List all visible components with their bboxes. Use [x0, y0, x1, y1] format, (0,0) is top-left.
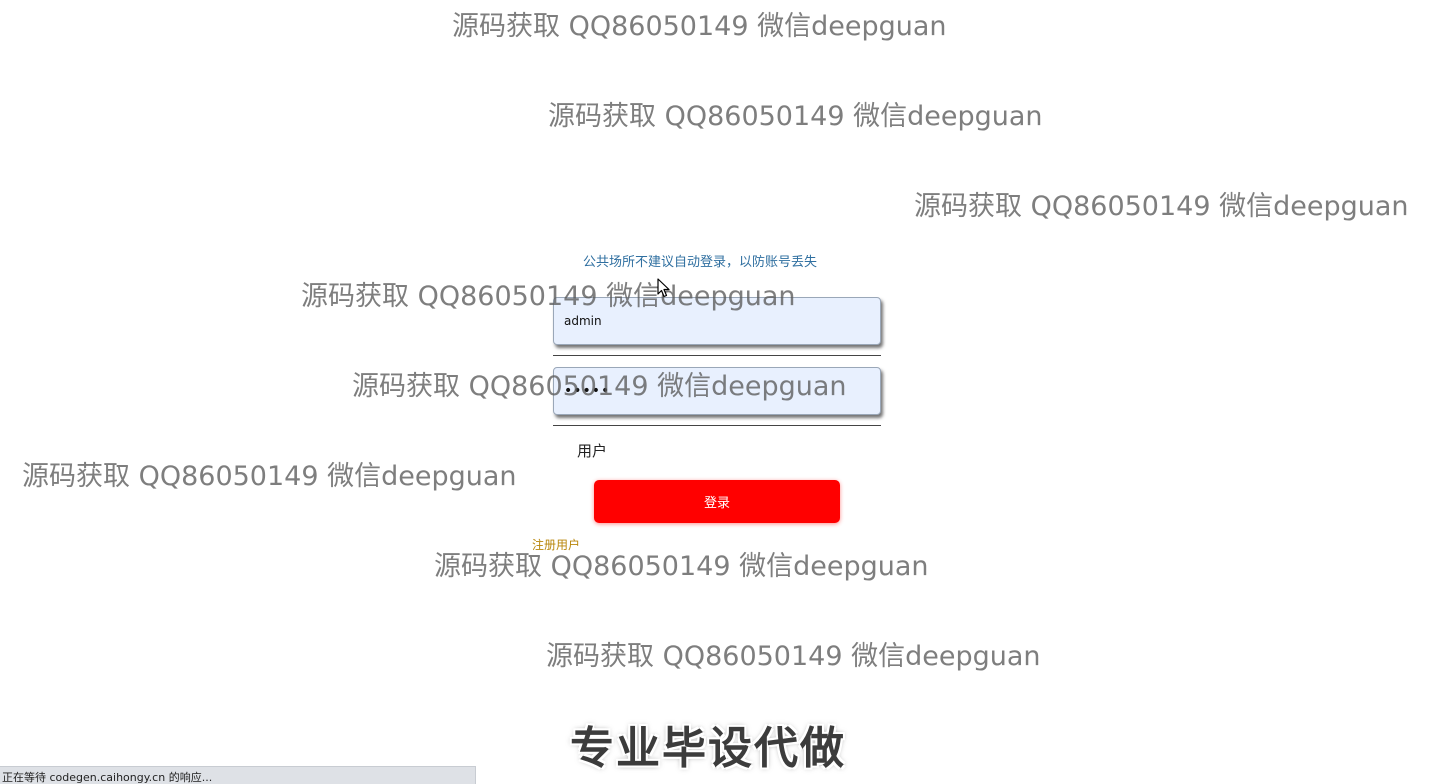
watermark-text: 源码获取 QQ86050149 微信deepguan	[546, 641, 1041, 672]
watermark-text: 源码获取 QQ86050149 微信deepguan	[434, 551, 929, 582]
role-option-user[interactable]: 用户	[577, 440, 607, 461]
promo-banner: 专业毕设代做	[570, 723, 846, 774]
watermark-text: 源码获取 QQ86050149 微信deepguan	[452, 11, 947, 42]
arrow-cursor-icon	[657, 278, 670, 298]
watermark-text: 源码获取 QQ86050149 微信deepguan	[22, 461, 517, 492]
divider	[553, 425, 881, 426]
register-link[interactable]: 注册用户	[532, 536, 580, 553]
divider	[553, 355, 881, 356]
username-input[interactable]	[553, 297, 881, 345]
login-button[interactable]: 登录	[594, 480, 840, 523]
auto-login-notice: 公共场所不建议自动登录，以防账号丢失	[583, 255, 818, 270]
browser-status-bar: 正在等待 codegen.caihongy.cn 的响应...	[0, 766, 476, 784]
watermark-text: 源码获取 QQ86050149 微信deepguan	[914, 191, 1409, 222]
watermark-text: 源码获取 QQ86050149 微信deepguan	[548, 101, 1043, 132]
password-input[interactable]	[553, 367, 881, 415]
login-page: 公共场所不建议自动登录，以防账号丢失 用户 登录 注册用户 源码获取 QQ860…	[0, 0, 1434, 784]
